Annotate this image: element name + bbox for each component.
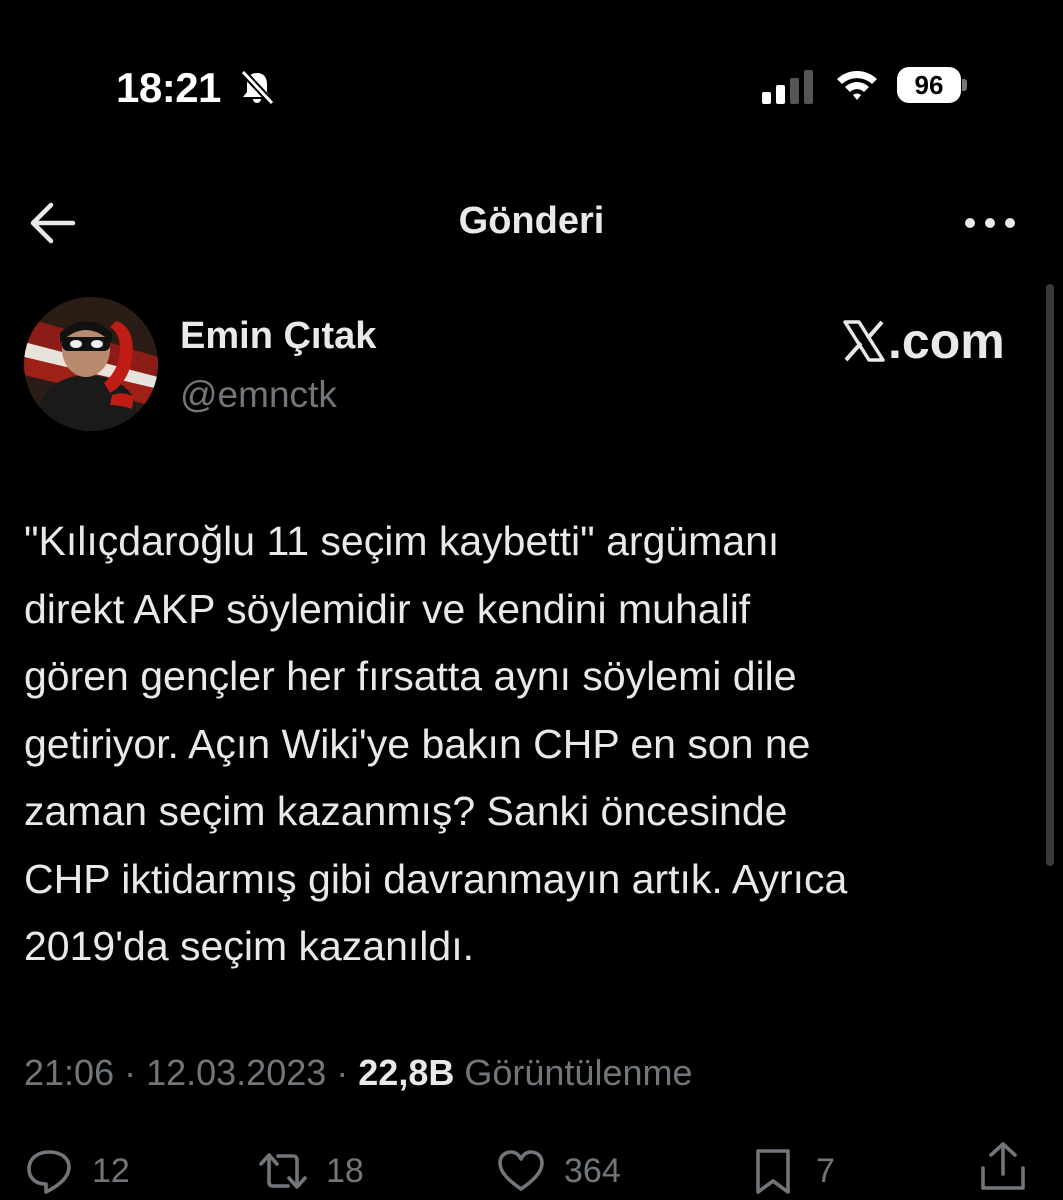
reply-icon: [27, 1150, 71, 1194]
reply-count: 12: [92, 1151, 130, 1190]
bookmark-count: 7: [816, 1151, 835, 1190]
view-label: Görüntülenme: [454, 1052, 693, 1093]
share-icon[interactable]: [978, 1140, 1028, 1194]
tweet-text: "Kılıçdaroğlu 11 seçim kaybetti" argüman…: [24, 518, 848, 969]
wifi-icon: [837, 71, 877, 100]
like-count: 364: [564, 1151, 621, 1190]
heart-icon: [498, 1150, 544, 1191]
tweet-date[interactable]: 12.03.2023: [146, 1052, 326, 1093]
retweet-count: 18: [326, 1151, 364, 1190]
more-icon[interactable]: [962, 204, 1018, 242]
battery-level: 96: [914, 70, 944, 100]
reply-button[interactable]: 12: [24, 1142, 130, 1200]
battery-icon: 96: [897, 67, 967, 105]
signal-icon: [762, 70, 813, 104]
retweet-button[interactable]: 18: [258, 1142, 364, 1200]
x-logo-icon: [843, 320, 885, 362]
meta-separator: ·: [114, 1052, 147, 1093]
retweet-icon: [259, 1153, 307, 1189]
bookmark-button[interactable]: 7: [748, 1142, 835, 1200]
view-count: 22,8B: [358, 1052, 455, 1093]
watermark-text: .com: [888, 313, 1005, 369]
scrollbar[interactable]: [1046, 284, 1054, 866]
like-button[interactable]: 364: [496, 1142, 621, 1200]
tweet-meta: 21:06 · 12.03.2023 · 22,8B Görüntülenme: [24, 1052, 693, 1094]
author-handle[interactable]: @emnctk: [180, 374, 337, 416]
bookmark-icon: [756, 1149, 790, 1194]
meta-separator: ·: [326, 1052, 359, 1093]
avatar[interactable]: [24, 297, 158, 431]
watermark: .com: [842, 312, 1005, 370]
tweet-time[interactable]: 21:06: [24, 1052, 114, 1093]
page-title: Gönderi: [458, 200, 605, 242]
bell-slash-icon: [240, 69, 275, 106]
author-name[interactable]: Emin Çıtak: [180, 315, 376, 358]
status-time: 18:21: [116, 64, 221, 111]
